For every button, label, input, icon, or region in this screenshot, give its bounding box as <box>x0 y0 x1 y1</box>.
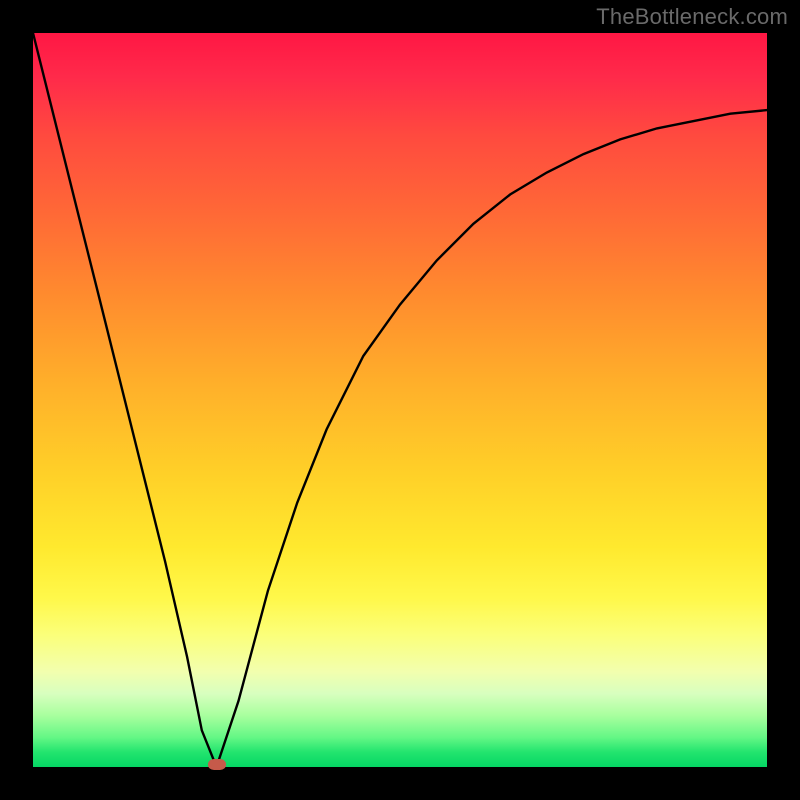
minimum-marker <box>208 759 226 770</box>
chart-frame: TheBottleneck.com <box>0 0 800 800</box>
bottleneck-curve <box>33 33 767 767</box>
plot-area <box>33 33 767 767</box>
watermark-text: TheBottleneck.com <box>596 4 788 30</box>
curve-path <box>33 33 767 767</box>
